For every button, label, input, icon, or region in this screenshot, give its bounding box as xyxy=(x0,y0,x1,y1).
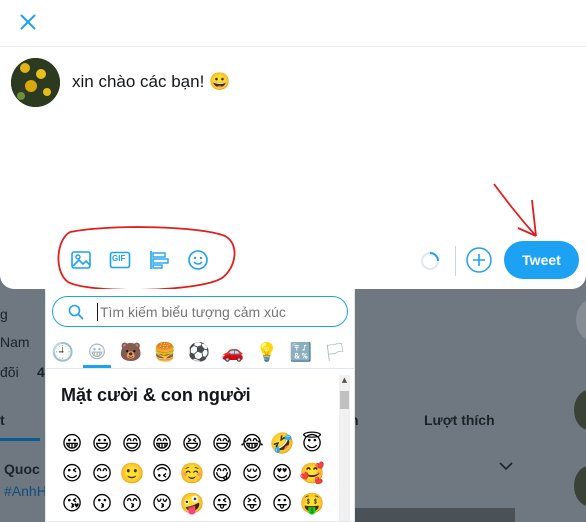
emoji-item[interactable]: 😆 xyxy=(177,428,207,458)
emoji-item[interactable]: 🤑 xyxy=(297,488,327,518)
emoji-item[interactable]: 😀 xyxy=(57,428,87,458)
tab-food[interactable]: 🍔 xyxy=(152,341,178,365)
emoji-item[interactable]: 😊 xyxy=(87,458,117,488)
emoji-item[interactable]: 😁 xyxy=(147,428,177,458)
scrollbar[interactable]: ▲ xyxy=(339,375,350,521)
tab-flags[interactable]: 🏳 xyxy=(322,341,348,365)
emoji-search-box[interactable] xyxy=(52,296,348,327)
bg-tab-tweets[interactable]: t xyxy=(0,412,5,428)
bg-tab-likes[interactable]: Lượt thích xyxy=(424,412,495,428)
emoji-item[interactable]: 🙃 xyxy=(147,458,177,488)
emoji-item[interactable]: 😋 xyxy=(207,458,237,488)
compose-modal: xin chào các bạn! 😀 GIF Tweet xyxy=(0,0,586,291)
tab-smileys[interactable]: 😀 xyxy=(84,341,110,365)
tweet-compose-input[interactable]: xin chào các bạn! 😀 xyxy=(72,72,230,92)
close-icon xyxy=(20,14,36,30)
chevron-down-icon[interactable] xyxy=(498,460,514,472)
emoji-item[interactable]: 🤣 xyxy=(267,428,297,458)
bg-tab-indicator xyxy=(0,438,40,441)
emoji-category-tabs: 🕘 😀 🐻 🍔 ⚽ 🚗 💡 🔣 🏳 xyxy=(46,337,354,369)
emoji-item[interactable]: 😃 xyxy=(87,428,117,458)
scroll-thumb[interactable] xyxy=(340,391,349,409)
flower-avatar-image xyxy=(11,58,60,107)
emoji-section-title: Mặt cười & con người xyxy=(61,385,251,405)
annotation-arrow xyxy=(493,183,537,237)
bg-snippet: g xyxy=(0,306,8,322)
bg-snippet: #AnhH xyxy=(4,483,47,499)
emoji-item[interactable]: ☺️ xyxy=(177,458,207,488)
emoji-search-input[interactable] xyxy=(97,303,337,321)
avatar[interactable] xyxy=(11,58,60,107)
character-count-ring xyxy=(421,252,439,270)
emoji-item[interactable]: 😛 xyxy=(267,488,297,518)
tab-travel[interactable]: 🚗 xyxy=(220,341,246,365)
emoji-item[interactable]: 😝 xyxy=(237,488,267,518)
search-icon xyxy=(68,304,84,320)
tab-recent[interactable]: 🕘 xyxy=(50,341,76,365)
emoji-item[interactable]: 😇 xyxy=(297,428,327,458)
bg-snippet: 4 xyxy=(37,364,45,380)
tab-objects[interactable]: 💡 xyxy=(254,341,280,365)
active-tab-indicator xyxy=(83,365,111,368)
emoji-picker: 🕘 😀 🐻 🍔 ⚽ 🚗 💡 🔣 🏳 Mặt cười & con người ▲… xyxy=(45,289,355,522)
emoji-item[interactable]: 😅 xyxy=(207,428,237,458)
close-button[interactable] xyxy=(16,10,40,34)
emoji-item[interactable]: 😙 xyxy=(117,488,147,518)
avatar xyxy=(574,390,586,430)
avatar xyxy=(576,300,586,340)
scroll-up-icon[interactable]: ▲ xyxy=(339,375,350,386)
annotation-circle xyxy=(57,226,236,291)
emoji-item[interactable]: 😚 xyxy=(147,488,177,518)
emoji-item[interactable]: 😌 xyxy=(237,458,267,488)
emoji-item[interactable]: 🙂 xyxy=(117,458,147,488)
emoji-item[interactable]: 🥰 xyxy=(297,458,327,488)
bg-snippet: Quoc xyxy=(4,461,40,477)
divider xyxy=(0,46,586,47)
divider xyxy=(455,246,456,276)
emoji-item[interactable]: 😜 xyxy=(207,488,237,518)
tweet-button[interactable]: Tweet xyxy=(504,241,579,279)
avatar xyxy=(574,466,586,506)
emoji-item[interactable]: 😉 xyxy=(57,458,87,488)
tab-activity[interactable]: ⚽ xyxy=(186,341,212,365)
emoji-item[interactable]: 😗 xyxy=(87,488,117,518)
tab-symbols[interactable]: 🔣 xyxy=(288,341,314,365)
bg-snippet: đõi xyxy=(0,364,19,380)
emoji-item[interactable]: 🤪 xyxy=(177,488,207,518)
emoji-item[interactable]: 😘 xyxy=(57,488,87,518)
tab-animals[interactable]: 🐻 xyxy=(118,341,144,365)
add-tweet-button[interactable] xyxy=(465,246,493,274)
emoji-item[interactable]: 😍 xyxy=(267,458,297,488)
bg-snippet: Nam xyxy=(0,334,30,350)
emoji-item[interactable]: 😂 xyxy=(237,428,267,458)
emoji-item[interactable]: 😄 xyxy=(117,428,147,458)
